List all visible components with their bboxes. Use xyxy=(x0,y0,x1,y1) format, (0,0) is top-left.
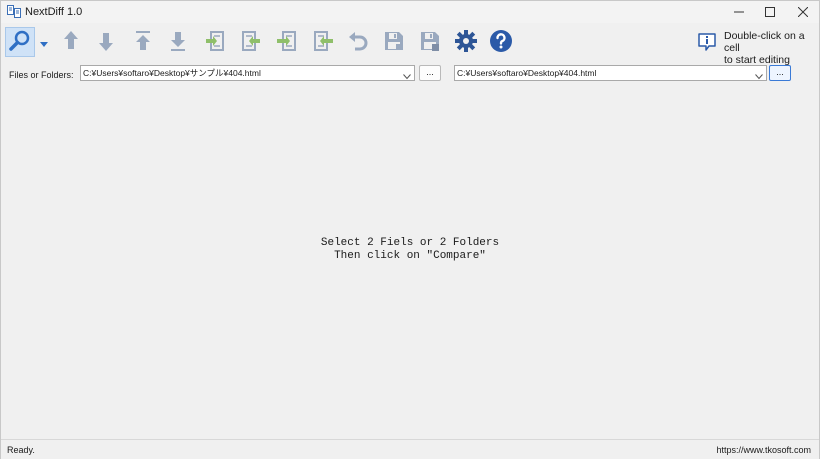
chevron-down-icon[interactable] xyxy=(403,70,411,80)
minimize-button[interactable] xyxy=(722,1,756,23)
instruction-line1: Select 2 Fiels or 2 Folders xyxy=(320,237,500,249)
copy-all-right-icon xyxy=(275,29,299,56)
gear-icon xyxy=(454,29,478,56)
save-left-button[interactable] xyxy=(379,27,409,57)
status-text: Ready. xyxy=(7,445,35,455)
left-path-value: C:¥Users¥softaro¥Desktop¥サンプル¥404.html xyxy=(83,68,261,78)
comparison-area[interactable]: Select 2 Fiels or 2 Folders Then click o… xyxy=(2,87,818,437)
arrow-up-icon xyxy=(61,29,81,56)
instruction-message: Select 2 Fiels or 2 Folders Then click o… xyxy=(2,237,818,263)
arrow-down-icon xyxy=(96,29,116,56)
files-or-folders-label: Files or Folders: xyxy=(9,70,74,80)
undo-icon xyxy=(347,29,369,56)
app-logo-icon xyxy=(7,5,21,18)
right-browse-button[interactable]: ... xyxy=(769,65,791,81)
instruction-line2: Then click on "Compare" xyxy=(334,250,486,262)
copy-all-left-icon xyxy=(311,29,335,56)
copy-right-icon xyxy=(203,29,227,56)
first-diff-button[interactable] xyxy=(128,27,158,57)
compare-dropdown-icon[interactable] xyxy=(39,38,49,47)
magnifier-icon xyxy=(8,29,32,56)
right-path-value: C:¥Users¥softaro¥Desktop¥404.html xyxy=(457,68,597,78)
title-bar: NextDiff 1.0 xyxy=(1,1,819,23)
save-as-icon xyxy=(418,29,442,56)
close-button[interactable] xyxy=(786,1,820,23)
undo-button[interactable] xyxy=(343,27,373,57)
maximize-button[interactable] xyxy=(753,1,787,23)
compare-button[interactable] xyxy=(5,27,35,57)
last-diff-button[interactable] xyxy=(163,27,193,57)
arrow-up-to-line-icon xyxy=(133,29,153,56)
status-bar: Ready. https://www.tkosoft.com xyxy=(1,439,819,459)
website-link[interactable]: https://www.tkosoft.com xyxy=(716,445,811,455)
settings-button[interactable] xyxy=(451,27,481,57)
copy-all-right-button[interactable] xyxy=(272,27,302,57)
prev-diff-button[interactable] xyxy=(56,27,86,57)
app-window: NextDiff 1.0 Double-click on a cell to s… xyxy=(0,0,820,459)
copy-all-left-button[interactable] xyxy=(308,27,338,57)
right-path-combobox[interactable]: C:¥Users¥softaro¥Desktop¥404.html xyxy=(454,65,767,81)
next-diff-button[interactable] xyxy=(91,27,121,57)
left-path-combobox[interactable]: C:¥Users¥softaro¥Desktop¥サンプル¥404.html xyxy=(80,65,415,81)
copy-right-to-left-button[interactable] xyxy=(236,27,266,57)
left-browse-button[interactable]: ... xyxy=(419,65,441,81)
info-icon xyxy=(697,32,717,52)
help-icon xyxy=(489,29,513,56)
window-title: NextDiff 1.0 xyxy=(25,6,83,18)
arrow-down-to-line-icon xyxy=(168,29,188,56)
chevron-down-icon[interactable] xyxy=(755,70,763,80)
copy-left-icon xyxy=(239,29,263,56)
help-button[interactable] xyxy=(486,27,516,57)
edit-tip: Double-click on a cell to start editing xyxy=(724,30,819,66)
copy-left-to-right-button[interactable] xyxy=(200,27,230,57)
toolbar: Double-click on a cell to start editing xyxy=(1,23,819,66)
save-right-button[interactable] xyxy=(415,27,445,57)
edit-tip-line1: Double-click on a cell xyxy=(724,30,805,54)
save-icon xyxy=(382,29,406,56)
